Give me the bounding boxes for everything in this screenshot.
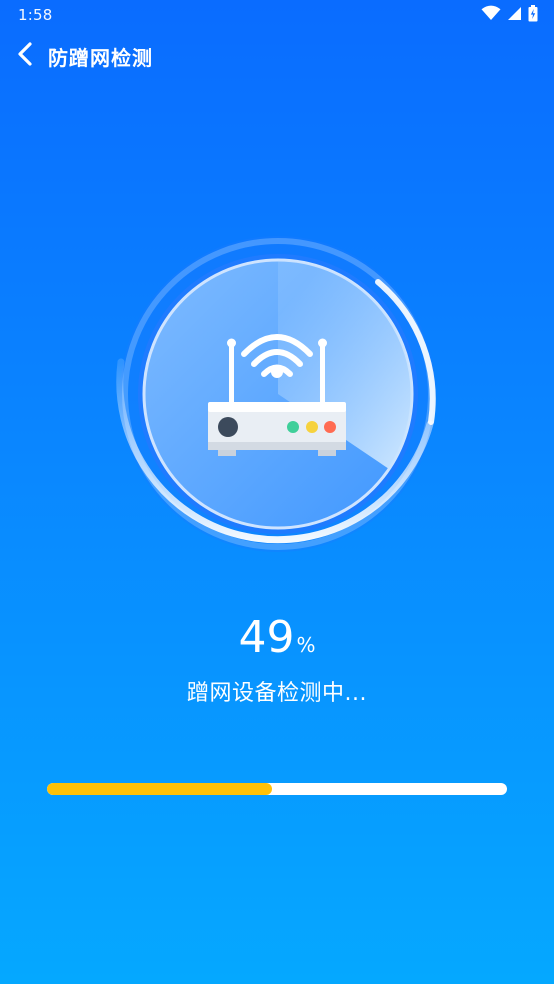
percent-value: 49: [238, 612, 295, 663]
status-icons: [481, 4, 538, 26]
status-bar: 1:58: [0, 0, 554, 30]
cellular-signal-icon: [507, 6, 522, 25]
wifi-icon: [481, 5, 501, 25]
chevron-left-icon: [15, 41, 35, 71]
scan-status-text: 蹭网设备检测中...: [187, 681, 367, 706]
progress-bar-fill: [47, 783, 273, 795]
progress-bar: [47, 783, 507, 795]
progress-readout: 49%: [0, 612, 554, 663]
page-title: 防蹭网检测: [48, 46, 153, 70]
status-time: 1:58: [18, 6, 53, 24]
app-header: 防蹭网检测: [0, 32, 554, 80]
percent-sign: %: [296, 633, 316, 657]
back-button[interactable]: [10, 40, 40, 72]
scan-graphic: [108, 224, 448, 564]
battery-icon: [528, 4, 538, 26]
